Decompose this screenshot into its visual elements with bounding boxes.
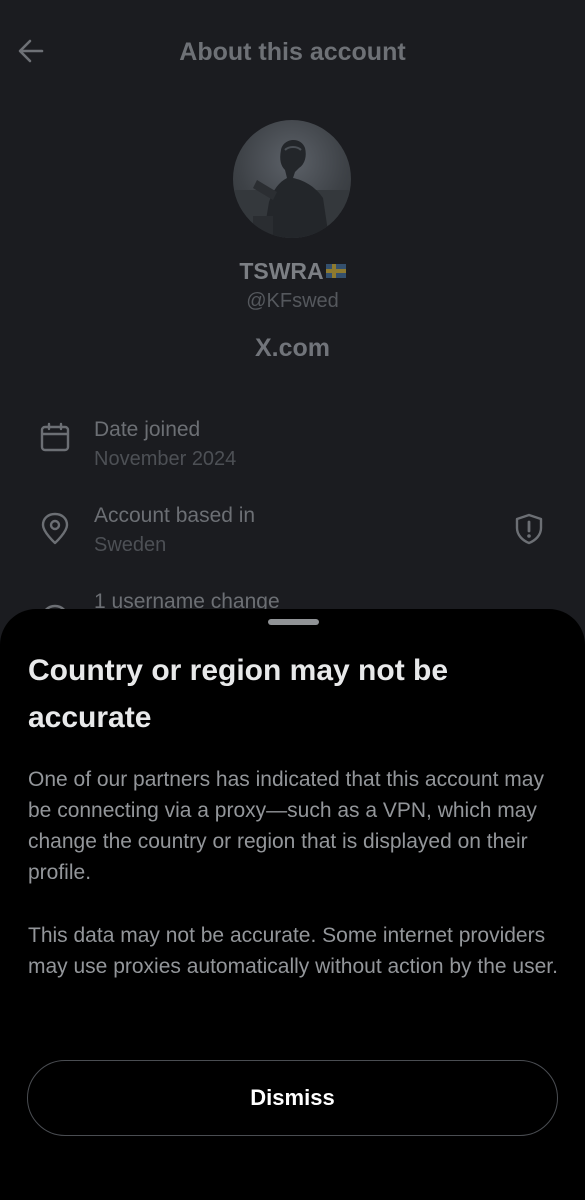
bottom-sheet: Country or region may not be accurate On… <box>0 609 585 1200</box>
account-based-in-value: Sweden <box>94 534 167 556</box>
location-pin-icon <box>41 512 69 545</box>
dismiss-button[interactable]: Dismiss <box>27 1060 558 1136</box>
display-name: TSWRA <box>239 258 324 284</box>
domain-link[interactable]: X.com <box>0 334 585 363</box>
avatar-statue-image <box>233 139 351 238</box>
display-name-row: TSWRA <box>0 258 585 285</box>
date-joined-value: November 2024 <box>94 448 237 470</box>
calendar-icon <box>40 422 70 452</box>
shield-alert-icon[interactable] <box>512 512 546 546</box>
sweden-flag-icon <box>325 263 346 278</box>
sheet-title: Country or region may not be accurate <box>28 654 449 734</box>
sheet-grab-handle[interactable] <box>268 619 319 625</box>
account-based-in-label: Account based in <box>94 504 256 527</box>
sheet-paragraph-proxy: One of our partners has indicated that t… <box>28 768 544 884</box>
user-handle: @KFswed <box>246 290 339 312</box>
avatar[interactable] <box>233 120 351 238</box>
date-joined-row: Date joined November 2024 <box>38 418 558 478</box>
date-joined-label: Date joined <box>94 418 201 441</box>
about-account-screen: About this account TSWRA @KFswed X.com D… <box>0 0 585 1200</box>
page-title: About this account <box>179 38 406 66</box>
sheet-paragraph-accuracy: This data may not be accurate. Some inte… <box>28 924 558 978</box>
account-based-in-row: Account based in Sweden <box>38 504 558 564</box>
